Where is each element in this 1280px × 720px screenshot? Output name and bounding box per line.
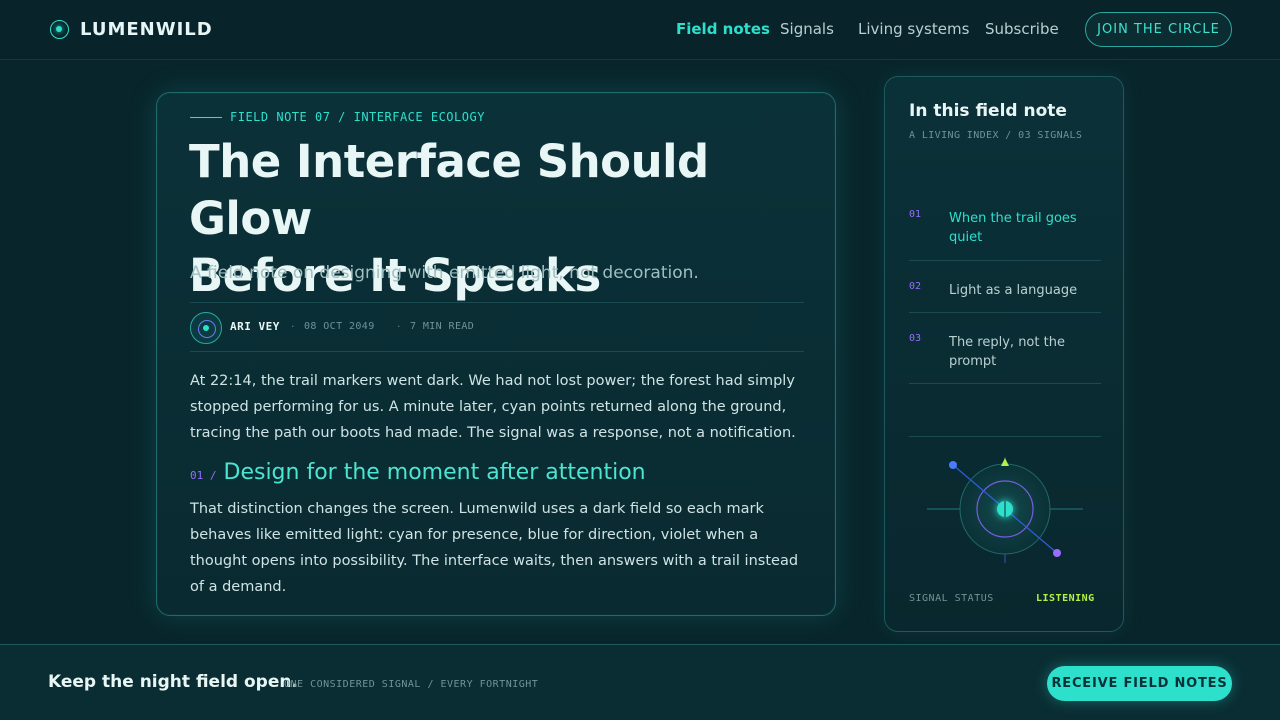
newsletter-footer: Keep the night field open. ONE CONSIDERE… (0, 644, 1280, 720)
section-title: Design for the moment after attention (223, 460, 646, 485)
top-navigation-bar: LUMENWILD Field notes Signals Living sys… (0, 0, 1280, 60)
nav-link-living-systems[interactable]: Living systems (858, 20, 969, 38)
toc-item-label: When the trail goes quiet (949, 211, 1077, 245)
footer-subtitle: ONE CONSIDERED SIGNAL / EVERY FORTNIGHT (284, 679, 539, 690)
signal-status-value: LISTENING (1036, 593, 1095, 604)
toc-item-number: 03 (909, 333, 922, 344)
kicker-text: FIELD NOTE 07 / INTERFACE ECOLOGY (230, 110, 485, 124)
toc-item-number: 02 (909, 281, 922, 292)
nav-link-field-notes[interactable]: Field notes (676, 20, 770, 38)
toc-item-when-the-trail-goes-quiet[interactable]: 01 When the trail goes quiet (909, 201, 1101, 261)
section-number: 01 / (190, 469, 217, 482)
toc-item-label: The reply, not the prompt (949, 335, 1065, 369)
meta-separator: · (291, 320, 295, 333)
brand-name: LUMENWILD (80, 19, 213, 40)
author-avatar[interactable] (190, 312, 222, 344)
footer-title: Keep the night field open. (48, 672, 298, 692)
signal-radar-icon (927, 457, 1083, 563)
article-paragraph: At 22:14, the trail markers went dark. W… (190, 373, 796, 441)
toc-item-label: Light as a language (949, 283, 1078, 298)
article-kicker: FIELD NOTE 07 / INTERFACE ECOLOGY (190, 110, 485, 124)
kicker-rule (190, 116, 222, 118)
table-of-contents: In this field note A LIVING INDEX / 03 S… (884, 76, 1124, 632)
article-card: FIELD NOTE 07 / INTERFACE ECOLOGY The In… (156, 92, 836, 616)
signal-status-label: SIGNAL STATUS (909, 593, 994, 604)
meta-separator: · (397, 320, 401, 333)
receive-field-notes-button[interactable]: RECEIVE FIELD NOTES (1047, 666, 1232, 701)
nav-link-signals[interactable]: Signals (780, 20, 834, 38)
toc-item-light-as-a-language[interactable]: 02 Light as a language (909, 261, 1101, 313)
article-dek: A field note on designing with emitted l… (190, 263, 699, 283)
join-the-circle-button[interactable]: JOIN THE CIRCLE (1085, 12, 1232, 47)
article-meta: ARI VEY · 08 OCT 2049 · 7 MIN READ (190, 302, 804, 352)
author-name[interactable]: ARI VEY (230, 320, 280, 333)
publish-date: 08 OCT 2049 (304, 321, 375, 332)
toc-item-the-reply-not-the-prompt[interactable]: 03 The reply, not the prompt (909, 313, 1101, 384)
read-time: 7 MIN READ (410, 321, 475, 332)
toc-item-number: 01 (909, 209, 922, 220)
article-paragraph: That distinction changes the screen. Lum… (190, 501, 799, 595)
toc-divider (909, 436, 1101, 437)
toc-title: In this field note (909, 101, 1067, 121)
section-heading: 01 / Design for the moment after attenti… (190, 460, 646, 485)
nav-link-subscribe[interactable]: Subscribe (985, 20, 1059, 38)
toc-subtitle: A LIVING INDEX / 03 SIGNALS (909, 130, 1083, 141)
brand-mark-icon (50, 20, 69, 39)
article-title-line-1: The Interface Should Glow (189, 135, 709, 245)
brand-logo[interactable]: LUMENWILD (50, 19, 213, 40)
